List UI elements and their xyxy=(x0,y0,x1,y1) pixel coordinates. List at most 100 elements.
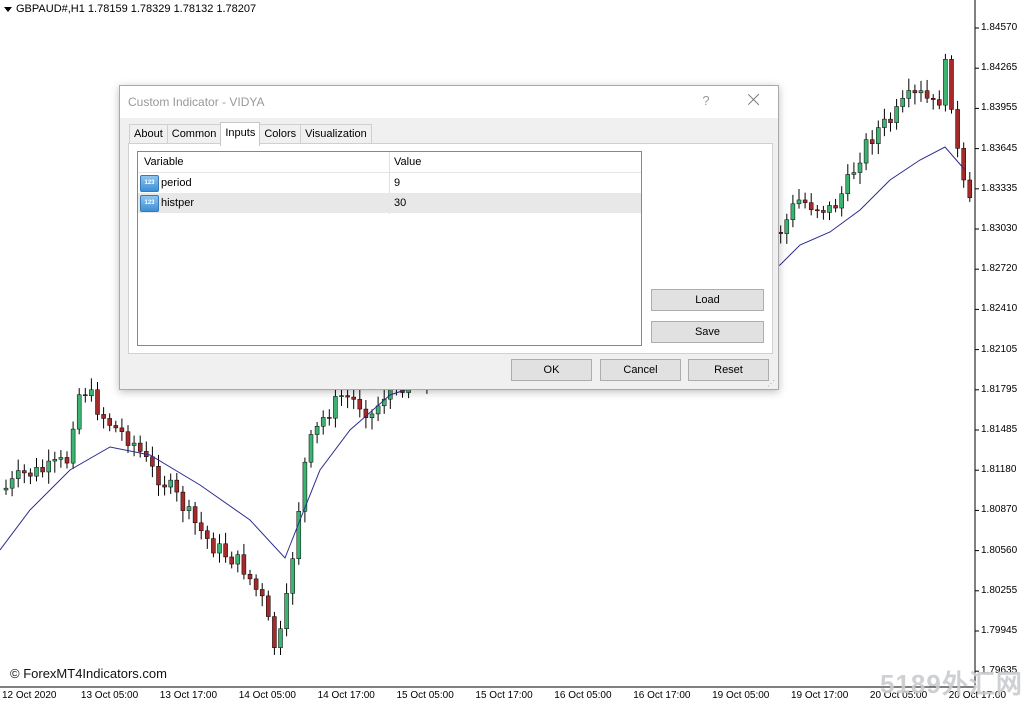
input-row-period[interactable]: 123 period 9 xyxy=(138,173,641,193)
time-label: 13 Oct 17:00 xyxy=(159,690,218,701)
bear-candle xyxy=(95,389,100,415)
dropdown-triangle-icon[interactable] xyxy=(4,6,12,12)
bear-candle xyxy=(119,427,125,432)
bear-candle xyxy=(22,470,27,474)
bear-candle xyxy=(808,202,814,211)
bear-candle xyxy=(967,179,973,198)
integer-type-icon: 123 xyxy=(140,195,159,212)
time-label: 15 Oct 17:00 xyxy=(475,690,533,701)
chart-symbol-header[interactable]: GBPAUD#,H1 1.78159 1.78329 1.78132 1.782… xyxy=(4,3,256,15)
copyright-text: © ForexMT4Indicators.com xyxy=(10,666,167,681)
bull-candle xyxy=(900,98,905,107)
time-label: 14 Oct 17:00 xyxy=(317,690,375,701)
bear-candle xyxy=(150,456,155,467)
bull-candle xyxy=(796,199,802,205)
dialog-titlebar[interactable]: Custom Indicator - VIDYA ? xyxy=(120,86,778,118)
variable-value[interactable]: 9 xyxy=(394,177,400,189)
integer-type-icon: 123 xyxy=(140,175,159,192)
variable-value[interactable]: 30 xyxy=(394,197,406,209)
tab-inputs[interactable]: Inputs xyxy=(220,122,261,146)
bear-candle xyxy=(924,90,930,99)
bear-candle xyxy=(113,425,119,429)
bear-candle xyxy=(357,399,363,410)
bull-candle xyxy=(314,426,320,435)
bull-candle xyxy=(278,628,283,648)
bear-candle xyxy=(64,457,70,464)
tab-common[interactable]: Common xyxy=(166,124,222,144)
bull-candle xyxy=(168,479,173,488)
bear-candle xyxy=(253,578,259,590)
time-label: 19 Oct 05:00 xyxy=(712,690,770,701)
bull-candle xyxy=(284,593,289,629)
bear-candle xyxy=(125,431,131,446)
bull-candle xyxy=(906,90,912,99)
bear-candle xyxy=(778,232,783,234)
close-icon[interactable] xyxy=(744,90,764,110)
inputs-grid[interactable]: Variable Value 123 period 9 123 histper … xyxy=(137,151,642,346)
save-button[interactable]: Save xyxy=(651,321,764,343)
bear-candle xyxy=(351,396,356,400)
bull-candle xyxy=(89,389,94,397)
variable-name: histper xyxy=(161,197,195,209)
bear-candle xyxy=(83,394,88,397)
price-label: 1.84570 xyxy=(981,22,1018,33)
help-button[interactable]: ? xyxy=(699,93,713,108)
time-label: 14 Oct 05:00 xyxy=(238,690,296,701)
bull-candle xyxy=(339,395,344,397)
variable-name: period xyxy=(161,177,192,189)
price-label: 1.84265 xyxy=(981,62,1018,74)
bull-candle xyxy=(3,487,9,491)
tab-about[interactable]: About xyxy=(129,124,168,144)
bear-candle xyxy=(259,589,265,597)
tab-strip: About Common Inputs Colors Visualization xyxy=(129,122,372,146)
price-label: 1.83335 xyxy=(981,182,1018,194)
bull-candle xyxy=(34,467,39,477)
time-label: 13 Oct 05:00 xyxy=(80,690,139,701)
bear-candle xyxy=(345,395,350,398)
time-label: 12 Oct 2020 xyxy=(2,690,57,701)
input-row-histper[interactable]: 123 histper 30 xyxy=(138,193,641,213)
bull-candle xyxy=(15,470,21,479)
bear-candle xyxy=(28,472,33,477)
bull-candle xyxy=(839,193,844,209)
cancel-button[interactable]: Cancel xyxy=(600,359,681,381)
price-label: 1.81180 xyxy=(981,464,1017,476)
bull-candle xyxy=(882,118,887,128)
price-label: 1.82720 xyxy=(981,263,1018,275)
price-label: 1.83645 xyxy=(981,142,1018,154)
tab-colors[interactable]: Colors xyxy=(259,124,302,144)
ok-button[interactable]: OK xyxy=(511,359,592,381)
bear-candle xyxy=(869,139,875,144)
bear-candle xyxy=(247,574,253,580)
bear-candle xyxy=(949,59,954,110)
watermark-logo: 5189外汇网 xyxy=(880,669,1023,699)
bull-candle xyxy=(76,394,82,430)
bull-candle xyxy=(290,558,295,594)
bear-candle xyxy=(229,556,234,565)
column-header-value[interactable]: Value xyxy=(394,156,421,168)
price-label: 1.82410 xyxy=(981,303,1018,315)
bear-candle xyxy=(815,209,820,212)
bull-candle xyxy=(369,413,375,418)
column-header-variable[interactable]: Variable xyxy=(144,156,184,168)
bear-candle xyxy=(937,99,942,106)
custom-indicator-dialog: Custom Indicator - VIDYA ? About Common … xyxy=(119,85,779,390)
bull-candle xyxy=(235,554,241,565)
time-label: 16 Oct 17:00 xyxy=(633,690,691,701)
bear-candle xyxy=(888,118,893,123)
price-label: 1.79945 xyxy=(981,625,1018,636)
bear-candle xyxy=(174,479,180,493)
resize-grip-icon[interactable]: ⋰ xyxy=(767,379,775,388)
bull-candle xyxy=(46,460,51,473)
tab-visualization[interactable]: Visualization xyxy=(300,124,372,144)
bear-candle xyxy=(137,442,143,452)
bear-candle xyxy=(156,466,161,486)
bear-candle xyxy=(930,97,936,100)
bull-candle xyxy=(790,203,796,221)
bull-candle xyxy=(58,457,64,460)
bull-candle xyxy=(320,417,326,427)
reset-button[interactable]: Reset xyxy=(688,359,769,381)
bear-candle xyxy=(223,543,228,558)
load-button[interactable]: Load xyxy=(651,289,764,311)
bull-candle xyxy=(894,106,899,123)
